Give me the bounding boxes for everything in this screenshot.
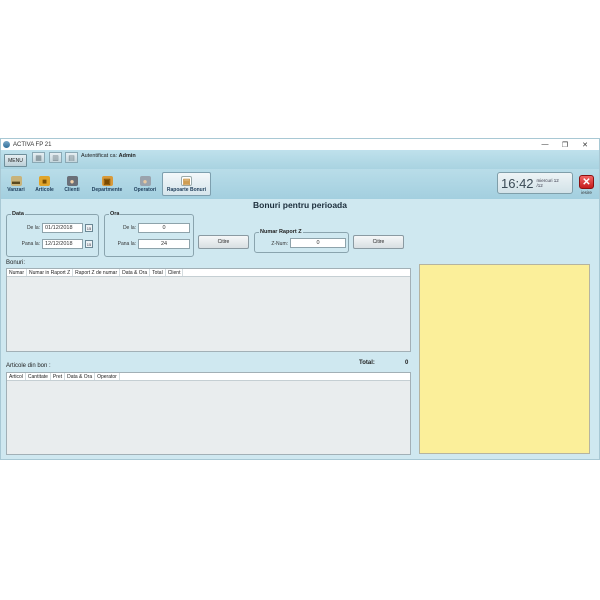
column-header[interactable]: Numar	[7, 269, 28, 276]
ora-group-legend: Ora	[109, 211, 121, 217]
data-group: Data De la: 01/12/2018 15 Pana la: 12/12…	[6, 211, 99, 257]
date-from-field[interactable]: 01/12/2018	[42, 223, 83, 233]
nav-departmente[interactable]: ▣ Departmente	[86, 172, 128, 196]
z-num-field[interactable]: 0	[290, 238, 346, 248]
read-by-period-button[interactable]: Citire	[198, 235, 249, 249]
bonuri-label: Bonuri:	[6, 260, 26, 266]
operators-icon: ●	[139, 176, 151, 186]
nav-label: Operatori	[133, 187, 157, 193]
date-to-label: Pana la:	[21, 241, 40, 247]
articole-table-header: Articol Cantitate Pret Data & Ora Operat…	[7, 373, 410, 381]
exit-label: iesire	[581, 190, 592, 195]
column-header[interactable]: Raport Z de numar	[73, 269, 121, 276]
hour-from-label: De la:	[122, 225, 136, 231]
nav-label: Vanzari	[7, 187, 25, 193]
clock-time: 16:42	[501, 175, 534, 191]
column-header[interactable]: Cantitate	[26, 373, 51, 380]
column-header[interactable]: Total	[150, 269, 166, 276]
hour-to-field[interactable]: 24	[138, 239, 190, 249]
column-header[interactable]: Client	[166, 269, 184, 276]
auth-user: Admin	[118, 153, 136, 159]
clock-month: /12	[536, 183, 543, 188]
bonuri-table-header: Numar Numar in Raport Z Raport Z de numa…	[7, 269, 410, 277]
title-bar: ACTIVA FP 21 — ❐ ✕	[1, 139, 599, 150]
date-to-field[interactable]: 12/12/2018	[42, 239, 83, 249]
page-title: Bonuri pentru perioada	[253, 200, 347, 210]
exit-button[interactable]: ✕ iesire	[577, 175, 596, 197]
column-header[interactable]: Data & Ora	[120, 269, 151, 276]
articole-label: Articole din bon :	[6, 363, 51, 369]
keyboard-icon[interactable]: ▦	[32, 152, 45, 163]
total-label: Total:	[359, 360, 375, 366]
cart-icon: ▬	[10, 176, 22, 186]
auth-prefix: Autentificat ca:	[81, 153, 118, 159]
column-header[interactable]: Operator	[95, 373, 120, 380]
app-window: ACTIVA FP 21 — ❐ ✕ MENU ▦ ▥ ▤ Autentific…	[0, 138, 600, 460]
column-header[interactable]: Articol	[7, 373, 26, 380]
raport-z-legend: Numar Raport Z	[259, 229, 303, 235]
maximize-button[interactable]: ❐	[555, 139, 575, 150]
nav-operatori[interactable]: ● Operatori	[131, 172, 159, 196]
date-from-label: De la:	[26, 225, 40, 231]
close-button[interactable]: ✕	[575, 139, 595, 150]
clock-date: miercuri 12 /12	[537, 178, 559, 188]
drawer-icon[interactable]: ▤	[65, 152, 78, 163]
column-header[interactable]: Data & Ora	[65, 373, 96, 380]
total-value: 0	[405, 360, 409, 366]
nav-label: Clienti	[64, 187, 80, 193]
calendar-icon[interactable]: 15	[85, 224, 93, 232]
data-group-legend: Data	[11, 211, 25, 217]
app-icon	[3, 141, 10, 148]
clock-widget: 16:42 miercuri 12 /12	[497, 172, 573, 194]
nav-articole[interactable]: ■ Articole	[31, 172, 58, 196]
calendar-icon[interactable]: 15	[85, 240, 93, 248]
nav-label: Rapoarte Bonuri	[166, 187, 207, 193]
box-icon: ■	[39, 176, 50, 186]
book-icon[interactable]: ▥	[49, 152, 62, 163]
exit-icon: ✕	[579, 175, 594, 189]
menu-button[interactable]: MENU	[4, 154, 27, 167]
nav-label: Departmente	[91, 187, 123, 193]
nav-rapoarte-bonuri[interactable]: ▤ Rapoarte Bonuri	[162, 172, 211, 196]
nav-clienti[interactable]: ● Clienti	[61, 172, 83, 196]
hour-from-field[interactable]: 0	[138, 223, 190, 233]
column-header[interactable]: Numar in Raport Z	[27, 269, 74, 276]
person-icon: ●	[66, 176, 78, 186]
raport-z-group: Numar Raport Z Z-Num: 0	[254, 229, 349, 253]
receipt-preview-panel	[419, 264, 590, 454]
department-icon: ▣	[101, 176, 113, 186]
hour-to-label: Pana la:	[117, 241, 136, 247]
column-header[interactable]: Pret	[51, 373, 66, 380]
nav-vanzari[interactable]: ▬ Vanzari	[4, 172, 28, 196]
read-by-raport-button[interactable]: Citire	[353, 235, 404, 249]
window-title: ACTIVA FP 21	[13, 141, 52, 148]
articole-table[interactable]: Articol Cantitate Pret Data & Ora Operat…	[6, 372, 411, 455]
z-num-label: Z-Num:	[271, 241, 288, 247]
bonuri-table[interactable]: Numar Numar in Raport Z Raport Z de numa…	[6, 268, 411, 352]
nav-label: Articole	[35, 187, 54, 193]
minimize-button[interactable]: —	[535, 139, 555, 150]
report-icon: ▤	[181, 176, 192, 186]
ora-group: Ora De la: 0 Pana la: 24	[104, 211, 194, 257]
top-bar: MENU ▦ ▥ ▤ Autentificat ca: Admin	[1, 150, 599, 169]
auth-status: Autentificat ca: Admin	[81, 153, 136, 159]
